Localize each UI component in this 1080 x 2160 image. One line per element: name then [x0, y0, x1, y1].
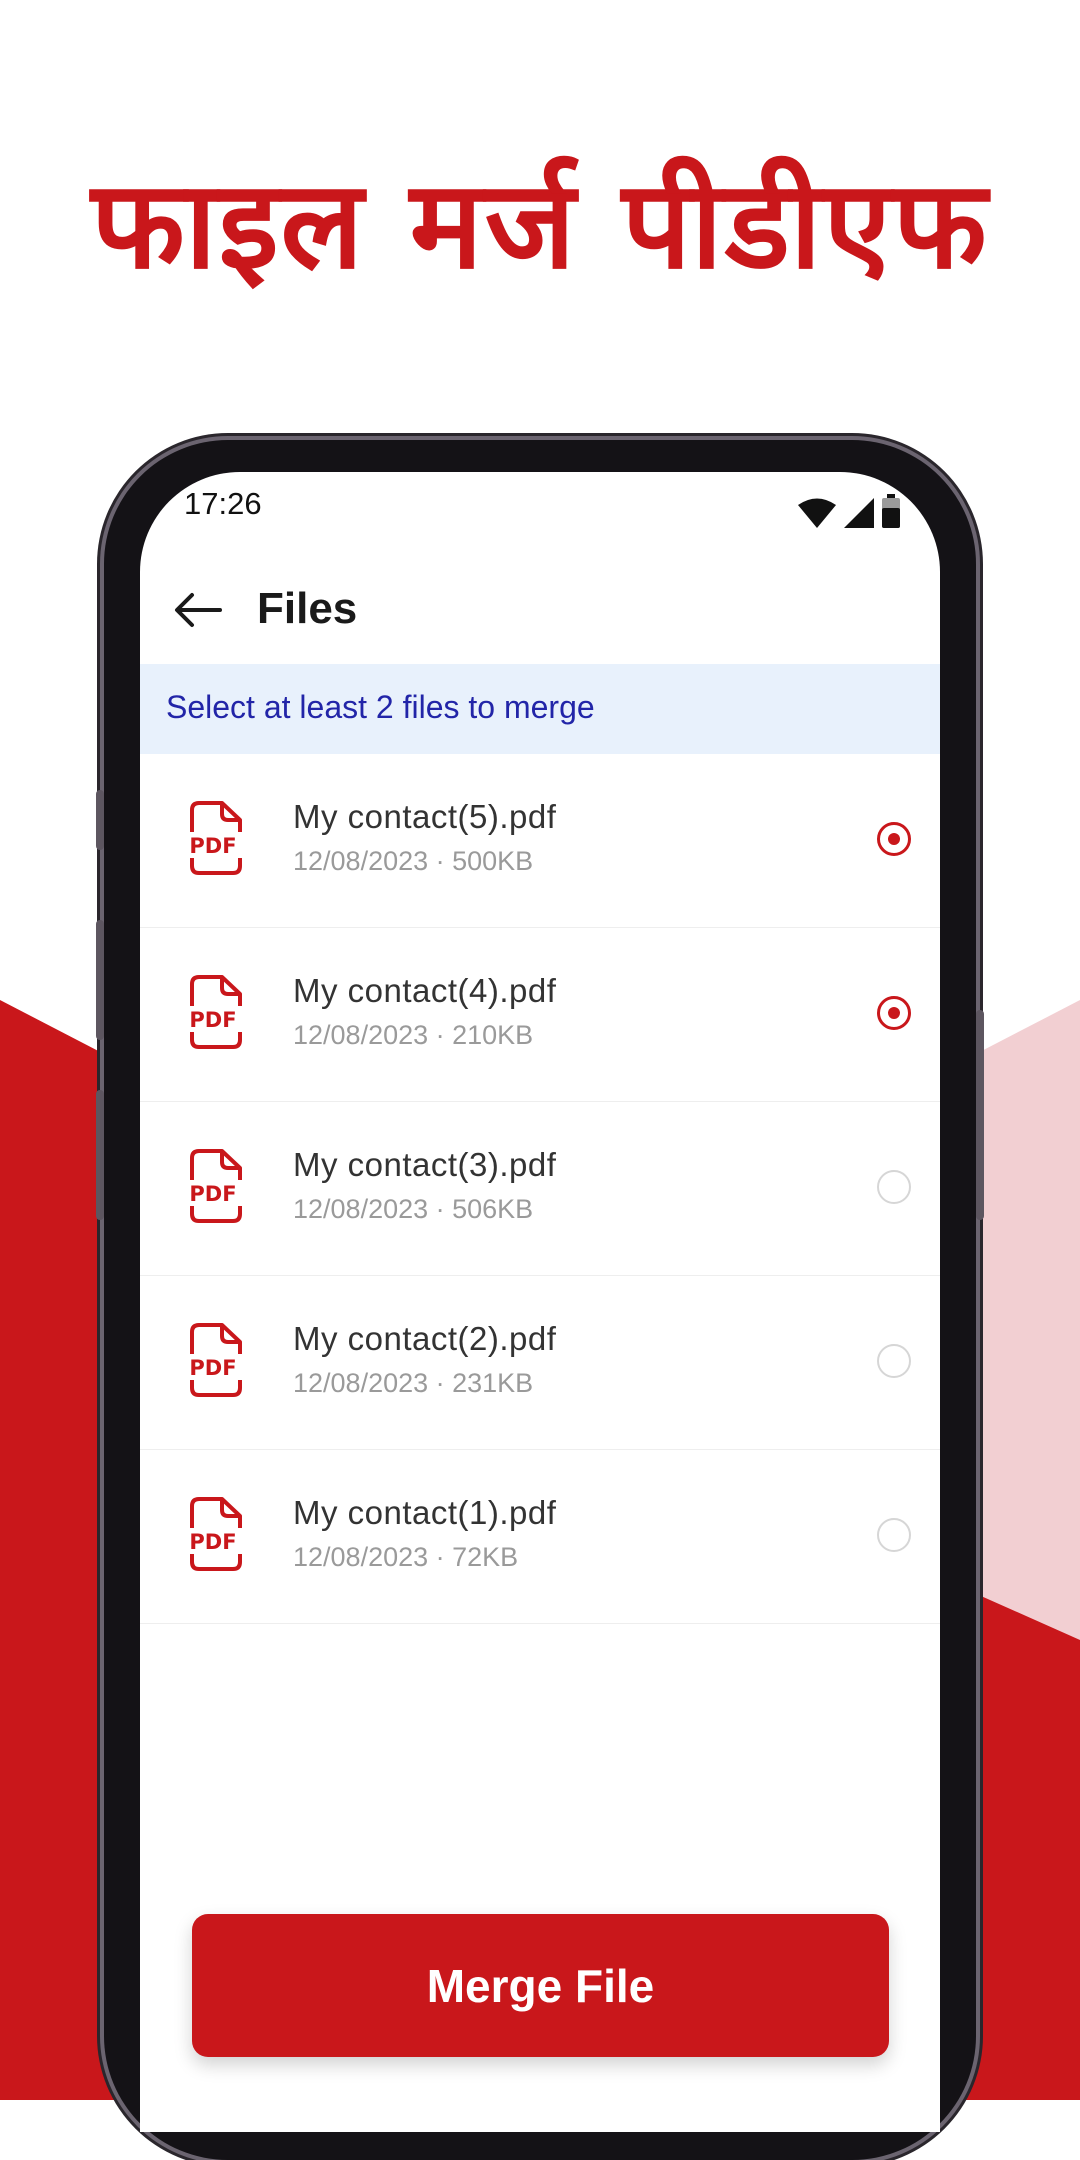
svg-text:PDF: PDF [189, 834, 236, 858]
battery-icon [882, 494, 900, 532]
file-select-radio[interactable] [877, 1518, 911, 1552]
phone-volume-down [96, 1090, 104, 1220]
merge-file-button[interactable]: Merge File [192, 1914, 889, 2057]
file-meta: 12/08/2023 · 506KB [293, 1194, 534, 1224]
status-bar: 17:26 [140, 472, 940, 542]
merge-hint-banner: Select at least 2 files to merge [140, 664, 940, 754]
pdf-file-icon: PDF [178, 1148, 248, 1224]
page-title: Files [257, 584, 358, 633]
signal-icon [844, 498, 874, 532]
file-select-radio[interactable] [877, 1344, 911, 1378]
file-list-item[interactable]: PDF My contact(3).pdf 12/08/2023 · 506KB [140, 1102, 940, 1276]
pdf-file-icon: PDF [178, 1322, 248, 1398]
phone-side-button [96, 790, 104, 850]
phone-screen: 17:26 Files Select at least 2 files to m… [140, 472, 940, 2132]
file-select-radio[interactable] [877, 996, 911, 1030]
file-select-radio[interactable] [877, 1170, 911, 1204]
file-select-radio[interactable] [877, 822, 911, 856]
file-meta: 12/08/2023 · 500KB [293, 846, 534, 876]
app-bar: Files [140, 552, 940, 672]
file-meta: 12/08/2023 · 231KB [293, 1368, 534, 1398]
file-list-item[interactable]: PDF My contact(1).pdf 12/08/2023 · 72KB [140, 1450, 940, 1624]
back-button[interactable] [168, 582, 228, 642]
merge-file-button-label: Merge File [426, 1959, 655, 2012]
file-list: PDF My contact(5).pdf 12/08/2023 · 500KB… [140, 754, 940, 1624]
file-name: My contact(5).pdf [293, 798, 557, 835]
svg-text:PDF: PDF [189, 1182, 236, 1206]
arrow-left-icon [174, 592, 222, 632]
svg-text:PDF: PDF [189, 1530, 236, 1554]
file-list-item[interactable]: PDF My contact(5).pdf 12/08/2023 · 500KB [140, 754, 940, 928]
pdf-file-icon: PDF [178, 1496, 248, 1572]
phone-power-button [976, 1010, 984, 1220]
file-list-item[interactable]: PDF My contact(4).pdf 12/08/2023 · 210KB [140, 928, 940, 1102]
file-list-item[interactable]: PDF My contact(2).pdf 12/08/2023 · 231KB [140, 1276, 940, 1450]
file-name: My contact(1).pdf [293, 1494, 557, 1531]
pdf-file-icon: PDF [178, 800, 248, 876]
phone-volume-up [96, 920, 104, 1040]
status-icons [798, 494, 900, 532]
file-meta: 12/08/2023 · 72KB [293, 1542, 519, 1572]
file-name: My contact(2).pdf [293, 1320, 557, 1357]
merge-hint-text: Select at least 2 files to merge [166, 689, 595, 725]
status-time: 17:26 [184, 486, 262, 521]
promo-headline: फाइल मर्ज पीडीएफ [91, 154, 989, 296]
file-name: My contact(3).pdf [293, 1146, 557, 1183]
file-meta: 12/08/2023 · 210KB [293, 1020, 534, 1050]
wifi-icon [798, 498, 836, 532]
svg-text:PDF: PDF [189, 1356, 236, 1380]
pdf-file-icon: PDF [178, 974, 248, 1050]
svg-text:PDF: PDF [189, 1008, 236, 1032]
file-name: My contact(4).pdf [293, 972, 557, 1009]
